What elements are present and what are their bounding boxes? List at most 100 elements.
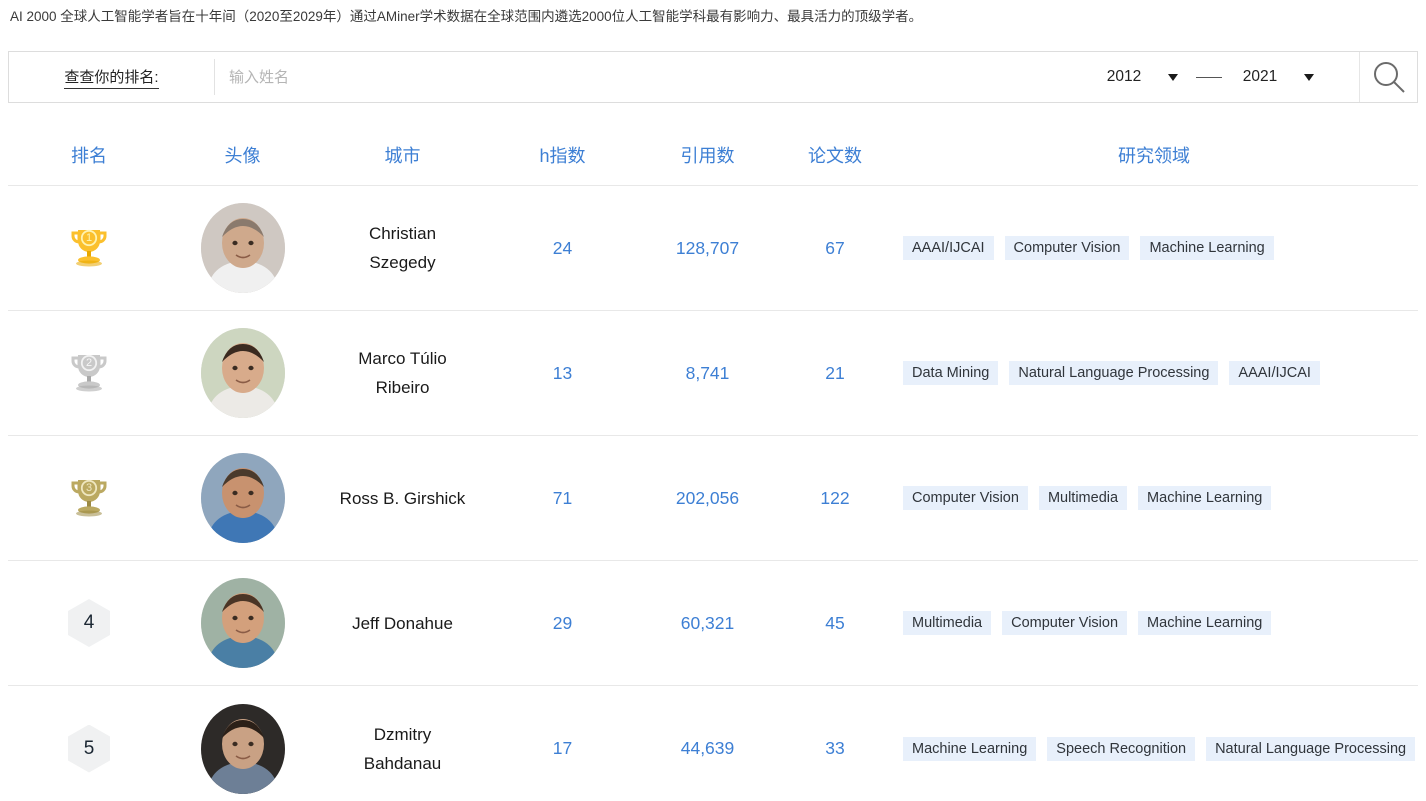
search-icon <box>1371 59 1407 95</box>
year-to-value: 2021 <box>1240 68 1280 86</box>
table-row: 4 Jeff Donahue 29 60,321 45 Multimedia Compute… <box>8 561 1418 686</box>
scholar-name: DzmitryBahdanau <box>364 720 442 778</box>
scholar-name-line: Dzmitry <box>364 720 442 749</box>
citations-value: 8,741 <box>686 363 730 384</box>
avatar[interactable] <box>201 328 285 418</box>
table-row: 3 Ross B. Girshick 71 202,056 122 Computer Vi… <box>8 436 1418 561</box>
h-index-cell: 29 <box>490 613 635 634</box>
h-index-cell: 17 <box>490 738 635 759</box>
research-field-tag[interactable]: Natural Language Processing <box>1206 737 1415 761</box>
scholar-name-cell[interactable]: ChristianSzegedy <box>315 219 490 277</box>
research-field-tags: Computer Vision Multimedia Machine Learnin… <box>903 486 1271 510</box>
year-range-dash <box>1196 77 1222 78</box>
research-field-tag[interactable]: AAAI/IJCAI <box>1229 361 1320 385</box>
h-index-cell: 71 <box>490 488 635 509</box>
research-field-tag[interactable]: Natural Language Processing <box>1009 361 1218 385</box>
scholar-name-cell[interactable]: DzmitryBahdanau <box>315 720 490 778</box>
research-field-tag[interactable]: Machine Learning <box>1138 486 1271 510</box>
year-from-value: 2012 <box>1104 68 1144 86</box>
research-field-tag[interactable]: Multimedia <box>903 611 991 635</box>
research-field-tags: Machine Learning Speech Recognition Natura… <box>903 737 1415 761</box>
avatar[interactable] <box>201 453 285 543</box>
rank-number: 1 <box>67 225 111 251</box>
scholar-name-line: Ribeiro <box>358 373 447 402</box>
year-to-select[interactable]: 2021 <box>1236 68 1318 86</box>
scholar-name-cell[interactable]: Marco TúlioRibeiro <box>315 344 490 402</box>
bronze-trophy-icon: 3 <box>67 475 111 521</box>
table-header-row: 排名 头像 城市 h指数 引用数 论文数 研究领域 <box>8 124 1418 186</box>
h-index-value: 17 <box>553 738 572 759</box>
research-field-tag[interactable]: Multimedia <box>1039 486 1127 510</box>
table-body: 1ChristianSzegedy24128,70767AAAI/IJCAICo… <box>8 186 1418 801</box>
papers-cell: 33 <box>780 738 890 759</box>
column-header-papers: 论文数 <box>780 142 890 168</box>
scholar-name: ChristianSzegedy <box>369 219 436 277</box>
citations-cell: 60,321 <box>635 613 780 634</box>
research-field-tag[interactable]: Computer Vision <box>903 486 1028 510</box>
research-field-tag[interactable]: Data Mining <box>903 361 998 385</box>
table-row: 5DzmitryBahdanau1744,63933Machine Learni… <box>8 686 1418 801</box>
citations-value: 44,639 <box>681 738 735 759</box>
citations-cell: 8,741 <box>635 363 780 384</box>
ranking-table: 排名 头像 城市 h指数 引用数 论文数 研究领域 1 ChristianSzeg… <box>8 124 1418 801</box>
papers-cell: 67 <box>780 238 890 259</box>
research-field-tags: Multimedia Computer Vision Machine Learnin… <box>903 611 1271 635</box>
citations-value: 60,321 <box>681 613 735 634</box>
column-header-citations: 引用数 <box>635 142 780 168</box>
research-field-tag[interactable]: Machine Learning <box>1138 611 1271 635</box>
citations-cell: 202,056 <box>635 488 780 509</box>
research-field-tags: AAAI/IJCAI Computer Vision Machine Learnin… <box>903 236 1274 260</box>
silver-trophy-icon: 2 <box>67 350 111 396</box>
table-row: 2Marco TúlioRibeiro138,74121Data MiningN… <box>8 311 1418 436</box>
research-fields-cell: Multimedia Computer Vision Machine Learnin… <box>890 611 1418 635</box>
scholar-name-cell[interactable]: Ross B. Girshick <box>315 484 490 513</box>
rank-cell: 2 <box>8 350 170 396</box>
avatar[interactable] <box>201 578 285 668</box>
avatar-cell <box>170 203 315 293</box>
research-fields-cell: Data Mining Natural Language Processing AA… <box>890 361 1418 385</box>
avatar-cell <box>170 704 315 794</box>
h-index-cell: 24 <box>490 238 635 259</box>
research-field-tag[interactable]: AAAI/IJCAI <box>903 236 994 260</box>
research-field-tag[interactable]: Machine Learning <box>1140 236 1273 260</box>
research-field-tag[interactable]: Machine Learning <box>903 737 1036 761</box>
research-field-tag[interactable]: Computer Vision <box>1002 611 1127 635</box>
column-header-avatar: 头像 <box>170 142 315 168</box>
scholar-name-line: Bahdanau <box>364 749 442 778</box>
search-bar: 查查你的排名: 2012 2021 <box>8 51 1418 103</box>
year-from-select[interactable]: 2012 <box>1100 68 1182 86</box>
research-fields-cell: Machine Learning Speech Recognition Natura… <box>890 737 1418 761</box>
papers-cell: 122 <box>780 488 890 509</box>
papers-cell: 45 <box>780 613 890 634</box>
rank-number: 2 <box>67 350 111 376</box>
rank-number: 3 <box>67 475 111 501</box>
research-fields-cell: Computer Vision Multimedia Machine Learnin… <box>890 486 1418 510</box>
h-index-value: 13 <box>553 363 572 384</box>
papers-value: 122 <box>820 488 849 509</box>
h-index-value: 24 <box>553 238 572 259</box>
citations-value: 202,056 <box>676 488 739 509</box>
scholar-name: Ross B. Girshick <box>340 484 466 513</box>
chevron-down-icon <box>1168 74 1178 81</box>
citations-value: 128,707 <box>676 238 739 259</box>
chevron-down-icon <box>1304 74 1314 81</box>
citations-cell: 44,639 <box>635 738 780 759</box>
search-button[interactable] <box>1359 52 1417 102</box>
scholar-name: Marco TúlioRibeiro <box>358 344 447 402</box>
research-field-tag[interactable]: Speech Recognition <box>1047 737 1195 761</box>
search-input[interactable] <box>215 52 1059 102</box>
search-label: 查查你的排名: <box>9 52 214 102</box>
rank-cell: 1 <box>8 225 170 271</box>
scholar-name-line: Szegedy <box>369 248 436 277</box>
avatar[interactable] <box>201 704 285 794</box>
page-description: AI 2000 全球人工智能学者旨在十年间（2020至2029年）通过AMine… <box>0 0 1426 27</box>
h-index-value: 29 <box>553 613 572 634</box>
avatar[interactable] <box>201 203 285 293</box>
scholar-name-cell[interactable]: Jeff Donahue <box>315 609 490 638</box>
citations-cell: 128,707 <box>635 238 780 259</box>
scholar-name-line: Christian <box>369 219 436 248</box>
papers-value: 33 <box>825 738 844 759</box>
research-field-tag[interactable]: Computer Vision <box>1005 236 1130 260</box>
rank-badge: 4 <box>68 599 110 647</box>
rank-cell: 3 <box>8 475 170 521</box>
